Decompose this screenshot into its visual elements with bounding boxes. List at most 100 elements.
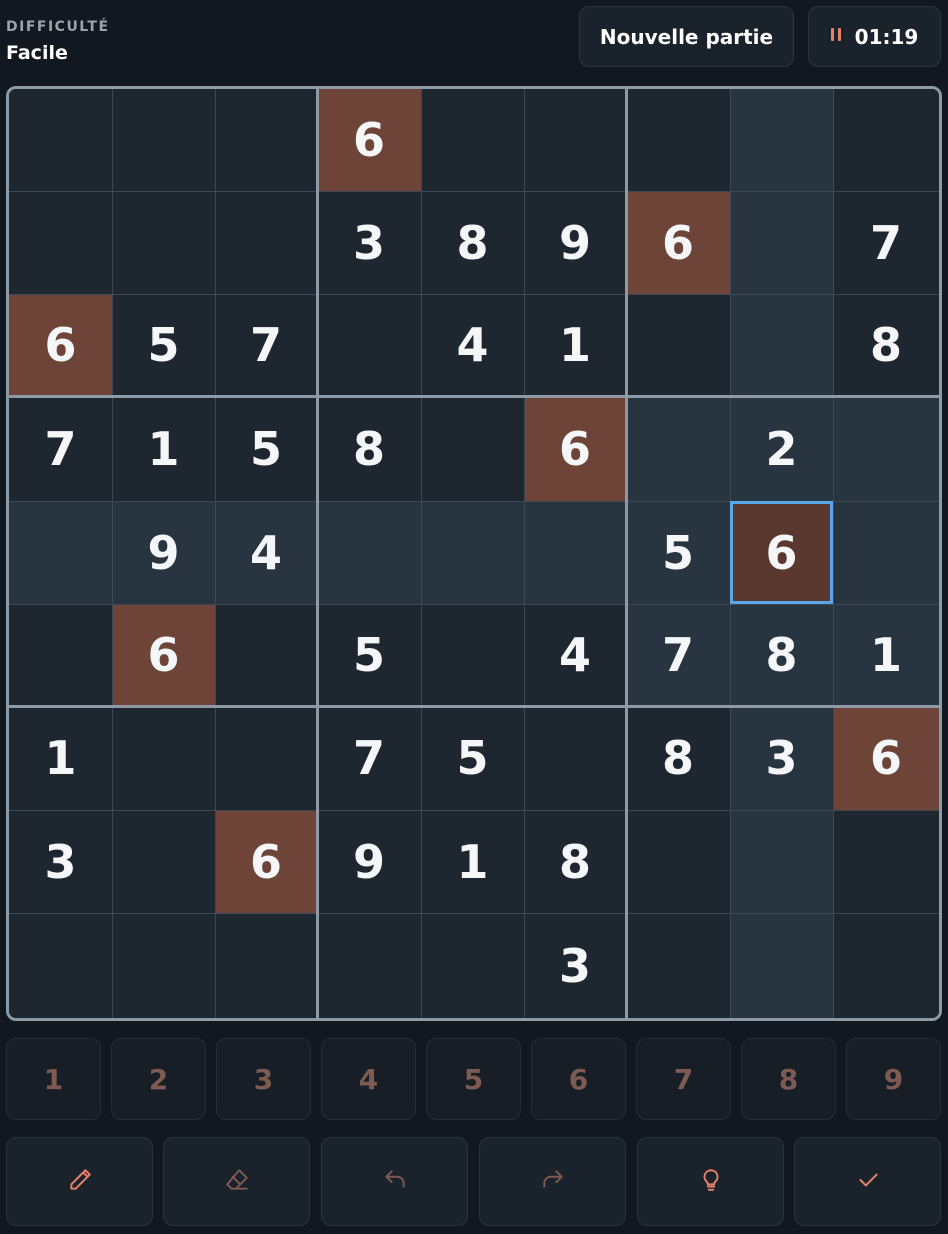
cell-r1c6[interactable] [524,89,626,191]
pencil-button[interactable] [6,1137,153,1226]
cell-r3c2[interactable]: 5 [112,294,215,396]
number-button-8[interactable]: 8 [741,1038,836,1120]
cell-r6c6[interactable]: 4 [524,604,626,706]
number-button-9[interactable]: 9 [846,1038,941,1120]
cell-r8c3[interactable]: 6 [215,810,317,913]
cell-r3c3[interactable]: 7 [215,294,317,396]
cell-r8c7[interactable] [626,810,730,913]
cell-r7c4[interactable]: 7 [317,706,421,810]
cell-r9c3[interactable] [215,913,317,1018]
cell-r4c2[interactable]: 1 [112,396,215,501]
cell-r7c9[interactable]: 6 [833,706,939,810]
cell-r2c1[interactable] [9,191,112,294]
cell-r4c6[interactable]: 6 [524,396,626,501]
cell-r2c6[interactable]: 9 [524,191,626,294]
cell-r2c7[interactable]: 6 [626,191,730,294]
cell-r1c8[interactable] [730,89,833,191]
cell-r5c5[interactable] [421,501,524,604]
number-button-4[interactable]: 4 [321,1038,416,1120]
cell-r6c7[interactable]: 7 [626,604,730,706]
check-button[interactable] [794,1137,941,1226]
hint-button[interactable] [637,1137,784,1226]
cell-r4c7[interactable] [626,396,730,501]
cell-r6c2[interactable]: 6 [112,604,215,706]
cell-r1c3[interactable] [215,89,317,191]
cell-r6c3[interactable] [215,604,317,706]
cell-r5c3[interactable]: 4 [215,501,317,604]
cell-r4c3[interactable]: 5 [215,396,317,501]
cell-r8c1[interactable]: 3 [9,810,112,913]
cell-r3c4[interactable] [317,294,421,396]
cell-r3c9[interactable]: 8 [833,294,939,396]
cell-r6c8[interactable]: 8 [730,604,833,706]
cell-r9c1[interactable] [9,913,112,1018]
cell-r9c7[interactable] [626,913,730,1018]
cell-r3c5[interactable]: 4 [421,294,524,396]
cell-r2c2[interactable] [112,191,215,294]
cell-r5c9[interactable] [833,501,939,604]
cell-r5c1[interactable] [9,501,112,604]
cell-r6c1[interactable] [9,604,112,706]
number-button-3[interactable]: 3 [216,1038,311,1120]
cell-r2c4[interactable]: 3 [317,191,421,294]
cell-r8c4[interactable]: 9 [317,810,421,913]
number-button-6[interactable]: 6 [531,1038,626,1120]
cell-r9c6[interactable]: 3 [524,913,626,1018]
cell-r1c5[interactable] [421,89,524,191]
cell-r4c5[interactable] [421,396,524,501]
number-button-1[interactable]: 1 [6,1038,101,1120]
redo-button[interactable] [479,1137,626,1226]
cell-r8c9[interactable] [833,810,939,913]
cell-r6c9[interactable]: 1 [833,604,939,706]
cell-r4c4[interactable]: 8 [317,396,421,501]
cell-r9c9[interactable] [833,913,939,1018]
cell-r2c5[interactable]: 8 [421,191,524,294]
cell-r4c8[interactable]: 2 [730,396,833,501]
cell-r1c4[interactable]: 6 [317,89,421,191]
cell-r7c5[interactable]: 5 [421,706,524,810]
cell-r9c8[interactable] [730,913,833,1018]
cell-r6c4[interactable]: 5 [317,604,421,706]
number-button-2[interactable]: 2 [111,1038,206,1120]
cell-r9c4[interactable] [317,913,421,1018]
grid-line [215,89,216,1018]
cell-r3c6[interactable]: 1 [524,294,626,396]
cell-r3c7[interactable] [626,294,730,396]
cell-r1c9[interactable] [833,89,939,191]
cell-r9c5[interactable] [421,913,524,1018]
cell-r5c2[interactable]: 9 [112,501,215,604]
cell-r1c2[interactable] [112,89,215,191]
cell-r5c7[interactable]: 5 [626,501,730,604]
cell-r8c2[interactable] [112,810,215,913]
cell-r7c3[interactable] [215,706,317,810]
cell-r5c4[interactable] [317,501,421,604]
cell-r3c8[interactable] [730,294,833,396]
cell-r9c2[interactable] [112,913,215,1018]
cell-r7c7[interactable]: 8 [626,706,730,810]
number-button-7[interactable]: 7 [636,1038,731,1120]
cell-r6c5[interactable] [421,604,524,706]
cell-r2c3[interactable] [215,191,317,294]
cell-r2c9[interactable]: 7 [833,191,939,294]
eraser-button[interactable] [163,1137,310,1226]
cell-r5c6[interactable] [524,501,626,604]
undo-button[interactable] [321,1137,468,1226]
cell-r4c9[interactable] [833,396,939,501]
cell-r7c8[interactable]: 3 [730,706,833,810]
timer-pause-button[interactable]: 01:19 [808,6,941,67]
cell-r1c7[interactable] [626,89,730,191]
cell-r7c6[interactable] [524,706,626,810]
number-button-5[interactable]: 5 [426,1038,521,1120]
cell-r3c1[interactable]: 6 [9,294,112,396]
cell-r1c1[interactable] [9,89,112,191]
cell-r8c8[interactable] [730,810,833,913]
cell-r8c6[interactable]: 8 [524,810,626,913]
grid-line [524,89,525,1018]
cell-r4c1[interactable]: 7 [9,396,112,501]
cell-r5c8[interactable]: 6 [730,501,833,604]
cell-r7c2[interactable] [112,706,215,810]
cell-r8c5[interactable]: 1 [421,810,524,913]
cell-r7c1[interactable]: 1 [9,706,112,810]
new-game-button[interactable]: Nouvelle partie [579,6,794,67]
cell-r2c8[interactable] [730,191,833,294]
